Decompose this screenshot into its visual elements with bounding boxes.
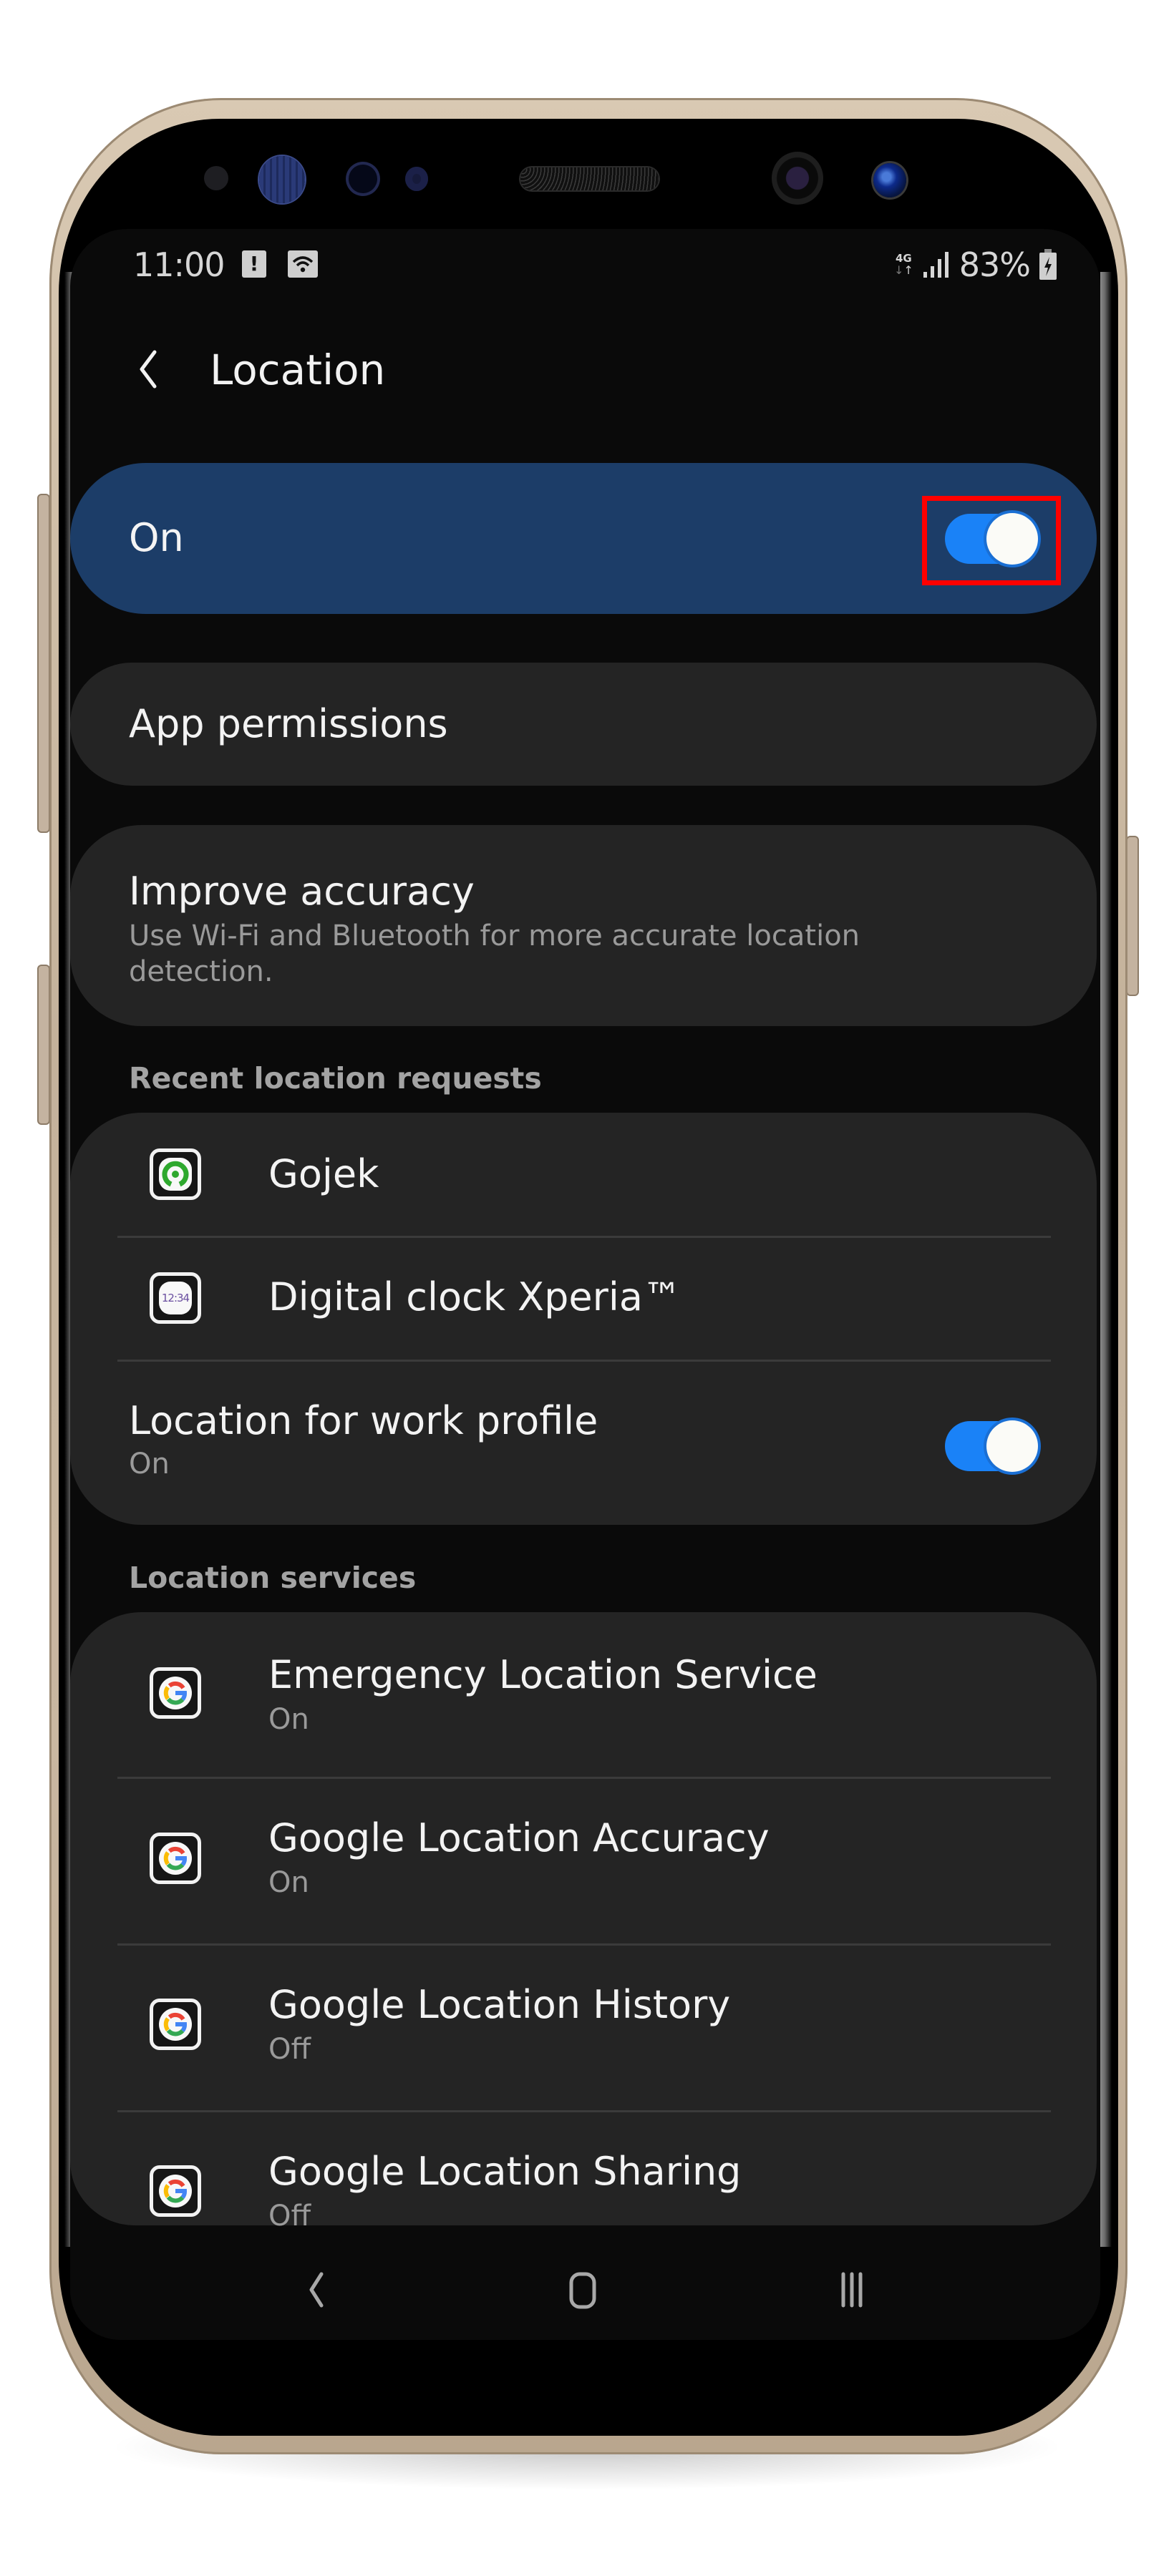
- gojek-app-icon: [150, 1148, 201, 1200]
- service-name: Google Location Accuracy: [268, 1815, 770, 1860]
- list-item-google-location-accuracy[interactable]: Google Location Accuracy On: [70, 1779, 1097, 1943]
- iris-scanner: [259, 156, 305, 203]
- highlight-box: [922, 496, 1061, 585]
- clock-icon-bg: 12:34: [159, 1282, 192, 1314]
- google-icon-bg: [159, 2008, 192, 2041]
- work-profile-status: On: [129, 1448, 170, 1480]
- toggle-knob: [986, 1420, 1038, 1472]
- location-services-header: Location services: [129, 1561, 417, 1595]
- app-permissions-label: App permissions: [129, 701, 448, 746]
- work-profile-title: Location for work profile: [129, 1398, 598, 1443]
- google-logo-icon: [163, 2179, 187, 2203]
- app-name: Gojek: [268, 1151, 379, 1196]
- google-g-icon: [150, 2165, 201, 2217]
- back-button[interactable]: [129, 343, 172, 394]
- iris-led: [405, 167, 428, 191]
- wifi-hotspot-icon: [288, 250, 318, 278]
- list-item-emergency-location-service[interactable]: Emergency Location Service On: [70, 1612, 1097, 1777]
- navigation-bar: [70, 2233, 1100, 2340]
- volume-button: [37, 965, 50, 1125]
- ambient-sensor: [349, 165, 377, 193]
- nav-recents-button[interactable]: [823, 2261, 880, 2318]
- gojek-logo-icon: [162, 1161, 189, 1187]
- bixby-button: [37, 494, 50, 833]
- chevron-left-icon: [140, 350, 157, 389]
- earpiece-speaker: [520, 167, 659, 190]
- status-time: 11:00: [133, 245, 225, 284]
- service-name: Google Location Sharing: [268, 2149, 742, 2194]
- improve-accuracy-title: Improve accuracy: [129, 869, 475, 914]
- google-icon-bg: [159, 2175, 192, 2207]
- clock-icon-text: 12:34: [161, 1292, 190, 1304]
- master-switch-label: On: [129, 515, 184, 560]
- recent-requests-header: Recent location requests: [129, 1061, 542, 1096]
- google-logo-icon: [163, 2012, 187, 2036]
- screen: 11:00 ! 4G ↓↑ 83% Location On App permis…: [70, 229, 1100, 2340]
- app-name: Digital clock Xperia™: [268, 1274, 681, 1319]
- list-item-gojek[interactable]: Gojek: [70, 1113, 1097, 1236]
- data-arrows-icon: ↓↑: [893, 263, 913, 277]
- nav-home-button[interactable]: [555, 2261, 612, 2318]
- recent-apps-icon: [841, 2272, 863, 2308]
- google-g-icon: [150, 1833, 201, 1884]
- cellular-signal-icon: [923, 252, 949, 278]
- battery-percent: 83%: [959, 245, 1031, 284]
- google-icon-bg: [159, 1677, 192, 1709]
- location-master-switch-row[interactable]: On: [70, 463, 1097, 614]
- list-item-digital-clock[interactable]: 12:34 Digital clock Xperia™: [70, 1238, 1097, 1360]
- battery-charging-icon: [1039, 249, 1057, 280]
- service-status: On: [268, 1866, 309, 1899]
- page-title: Location: [210, 346, 386, 394]
- improve-accuracy-subtitle: Use Wi-Fi and Bluetooth for more accurat…: [129, 919, 860, 988]
- gojek-icon-bg: [159, 1158, 192, 1191]
- back-icon: [309, 2272, 324, 2308]
- google-icon-bg: [159, 1842, 192, 1875]
- front-camera-sensor: [873, 163, 906, 197]
- service-status: Off: [268, 2200, 311, 2233]
- status-bar: 11:00 ! 4G ↓↑ 83%: [70, 245, 1100, 285]
- front-camera: [772, 152, 823, 205]
- service-status: Off: [268, 2033, 311, 2066]
- list-item-google-location-history[interactable]: Google Location History Off: [70, 1946, 1097, 2110]
- proximity-sensor: [204, 166, 228, 190]
- network-indicator: 4G ↓↑: [894, 253, 913, 277]
- google-g-icon: [150, 1667, 201, 1719]
- google-logo-icon: [163, 1846, 187, 1870]
- service-name: Emergency Location Service: [268, 1652, 818, 1697]
- network-type: 4G: [895, 251, 912, 265]
- home-icon: [569, 2272, 596, 2309]
- power-button: [1126, 836, 1139, 996]
- location-services-card: Emergency Location Service On Google Loc…: [70, 1612, 1097, 2233]
- status-right: 4G ↓↑ 83%: [894, 245, 1057, 285]
- alert-icon: !: [242, 250, 266, 278]
- app-permissions-item[interactable]: App permissions: [70, 663, 1097, 786]
- work-profile-row[interactable]: Location for work profile On: [70, 1362, 1097, 1525]
- service-name: Google Location History: [268, 1982, 731, 2027]
- google-logo-icon: [163, 1681, 187, 1705]
- work-profile-toggle[interactable]: [945, 1420, 1038, 1472]
- nav-back-button[interactable]: [288, 2261, 346, 2318]
- curved-edge-right: [1100, 272, 1112, 2247]
- digital-clock-app-icon: 12:34: [150, 1272, 201, 1324]
- service-status: On: [268, 1703, 309, 1736]
- google-g-icon: [150, 1999, 201, 2050]
- improve-accuracy-item[interactable]: Improve accuracy Use Wi-Fi and Bluetooth…: [70, 825, 1097, 1026]
- recent-requests-card: Gojek 12:34 Digital clock Xperia™ Locati…: [70, 1113, 1097, 1525]
